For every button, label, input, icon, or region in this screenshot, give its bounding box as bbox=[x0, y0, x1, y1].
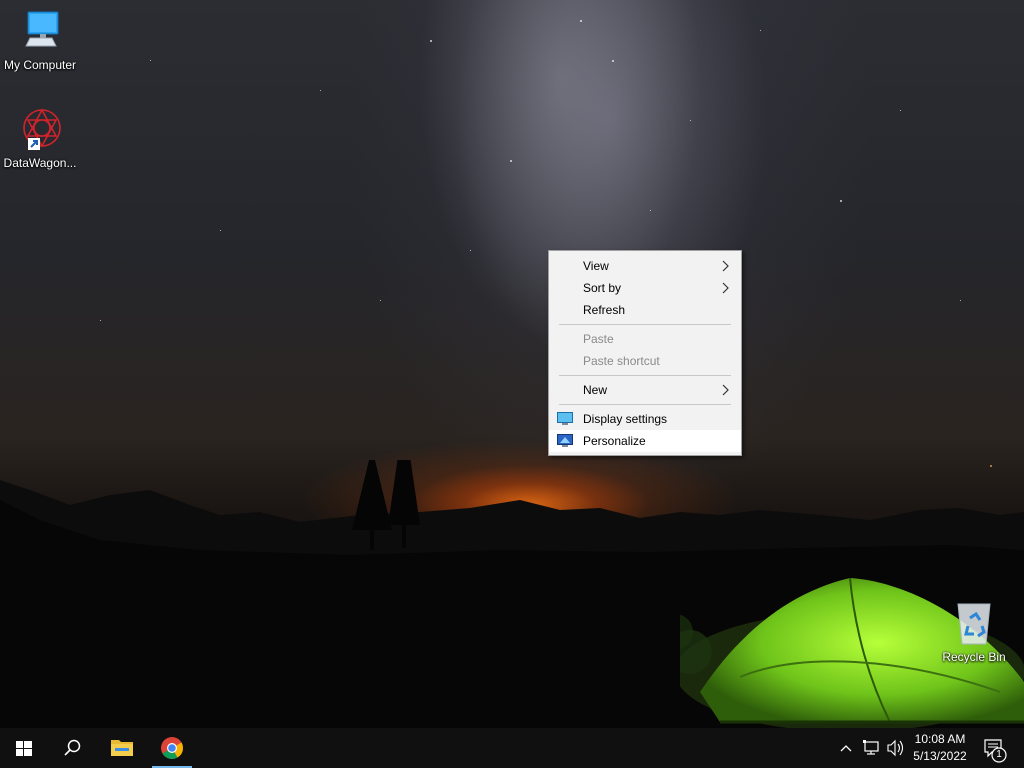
desktop-background[interactable]: My Computer DataWagon... Recycle Bin Vie… bbox=[0, 0, 1024, 728]
menu-separator bbox=[559, 324, 731, 325]
menu-item-paste-shortcut: Paste shortcut bbox=[549, 350, 741, 372]
taskbar-clock[interactable]: 10:08 AM 5/13/2022 bbox=[905, 731, 975, 765]
clock-date: 5/13/2022 bbox=[913, 749, 967, 763]
menu-item-display-settings[interactable]: Display settings bbox=[549, 408, 741, 430]
chevron-up-icon bbox=[840, 745, 852, 752]
menu-item-paste: Paste bbox=[549, 328, 741, 350]
search-button[interactable] bbox=[48, 728, 96, 768]
menu-item-label: Refresh bbox=[583, 303, 626, 317]
menu-item-personalize[interactable]: Personalize bbox=[549, 430, 741, 452]
folder-icon bbox=[111, 740, 133, 756]
menu-item-label: Display settings bbox=[583, 412, 668, 426]
start-button[interactable] bbox=[0, 728, 48, 768]
menu-item-new[interactable]: New bbox=[549, 379, 741, 401]
action-center-button[interactable]: 1 bbox=[978, 728, 1024, 768]
tray-overflow-button[interactable] bbox=[836, 728, 856, 768]
recycle-bin-icon bbox=[950, 600, 998, 648]
menu-item-sort-by[interactable]: Sort by bbox=[549, 277, 741, 299]
desktop-icon-label: DataWagon... bbox=[3, 156, 77, 170]
taskbar-file-explorer[interactable] bbox=[98, 728, 146, 768]
desktop-icon-label: My Computer bbox=[3, 58, 77, 72]
monitor-icon bbox=[16, 8, 64, 56]
tray-network-button[interactable] bbox=[860, 728, 882, 768]
menu-item-label: View bbox=[583, 259, 609, 273]
notification-count: 1 bbox=[996, 749, 1002, 760]
menu-item-label: Paste bbox=[583, 332, 614, 346]
chevron-right-icon bbox=[722, 282, 729, 294]
chevron-right-icon bbox=[722, 260, 729, 272]
desktop-icon-recycle-bin[interactable]: Recycle Bin bbox=[934, 600, 1014, 664]
taskbar-google-chrome[interactable] bbox=[148, 728, 196, 768]
personalize-icon bbox=[557, 434, 573, 447]
menu-item-label: Sort by bbox=[583, 281, 622, 295]
clock-time: 10:08 AM bbox=[914, 732, 966, 746]
menu-item-label: Personalize bbox=[583, 434, 646, 448]
chevron-right-icon bbox=[722, 384, 729, 396]
search-icon bbox=[64, 739, 81, 756]
desktop-icon-datawagon[interactable]: DataWagon... bbox=[0, 106, 80, 170]
chrome-icon bbox=[161, 737, 183, 759]
network-icon bbox=[863, 740, 879, 755]
menu-separator bbox=[559, 375, 731, 376]
menu-separator bbox=[559, 404, 731, 405]
menu-item-label: Paste shortcut bbox=[583, 354, 660, 368]
taskbar: 10:08 AM 5/13/2022 1 bbox=[0, 728, 1024, 768]
tray-volume-button[interactable] bbox=[884, 728, 906, 768]
menu-item-label: New bbox=[583, 383, 608, 397]
windows-start-icon bbox=[16, 741, 32, 756]
menu-item-refresh[interactable]: Refresh bbox=[549, 299, 741, 321]
desktop-context-menu: View Sort by Refresh Paste Paste shortcu… bbox=[548, 250, 742, 456]
desktop-icon-my-computer[interactable]: My Computer bbox=[0, 8, 80, 72]
datawagon-app-icon bbox=[16, 106, 64, 154]
desktop-icon-label: Recycle Bin bbox=[942, 650, 1006, 664]
menu-item-view[interactable]: View bbox=[549, 255, 741, 277]
display-settings-icon bbox=[557, 412, 573, 425]
volume-icon bbox=[887, 739, 904, 757]
